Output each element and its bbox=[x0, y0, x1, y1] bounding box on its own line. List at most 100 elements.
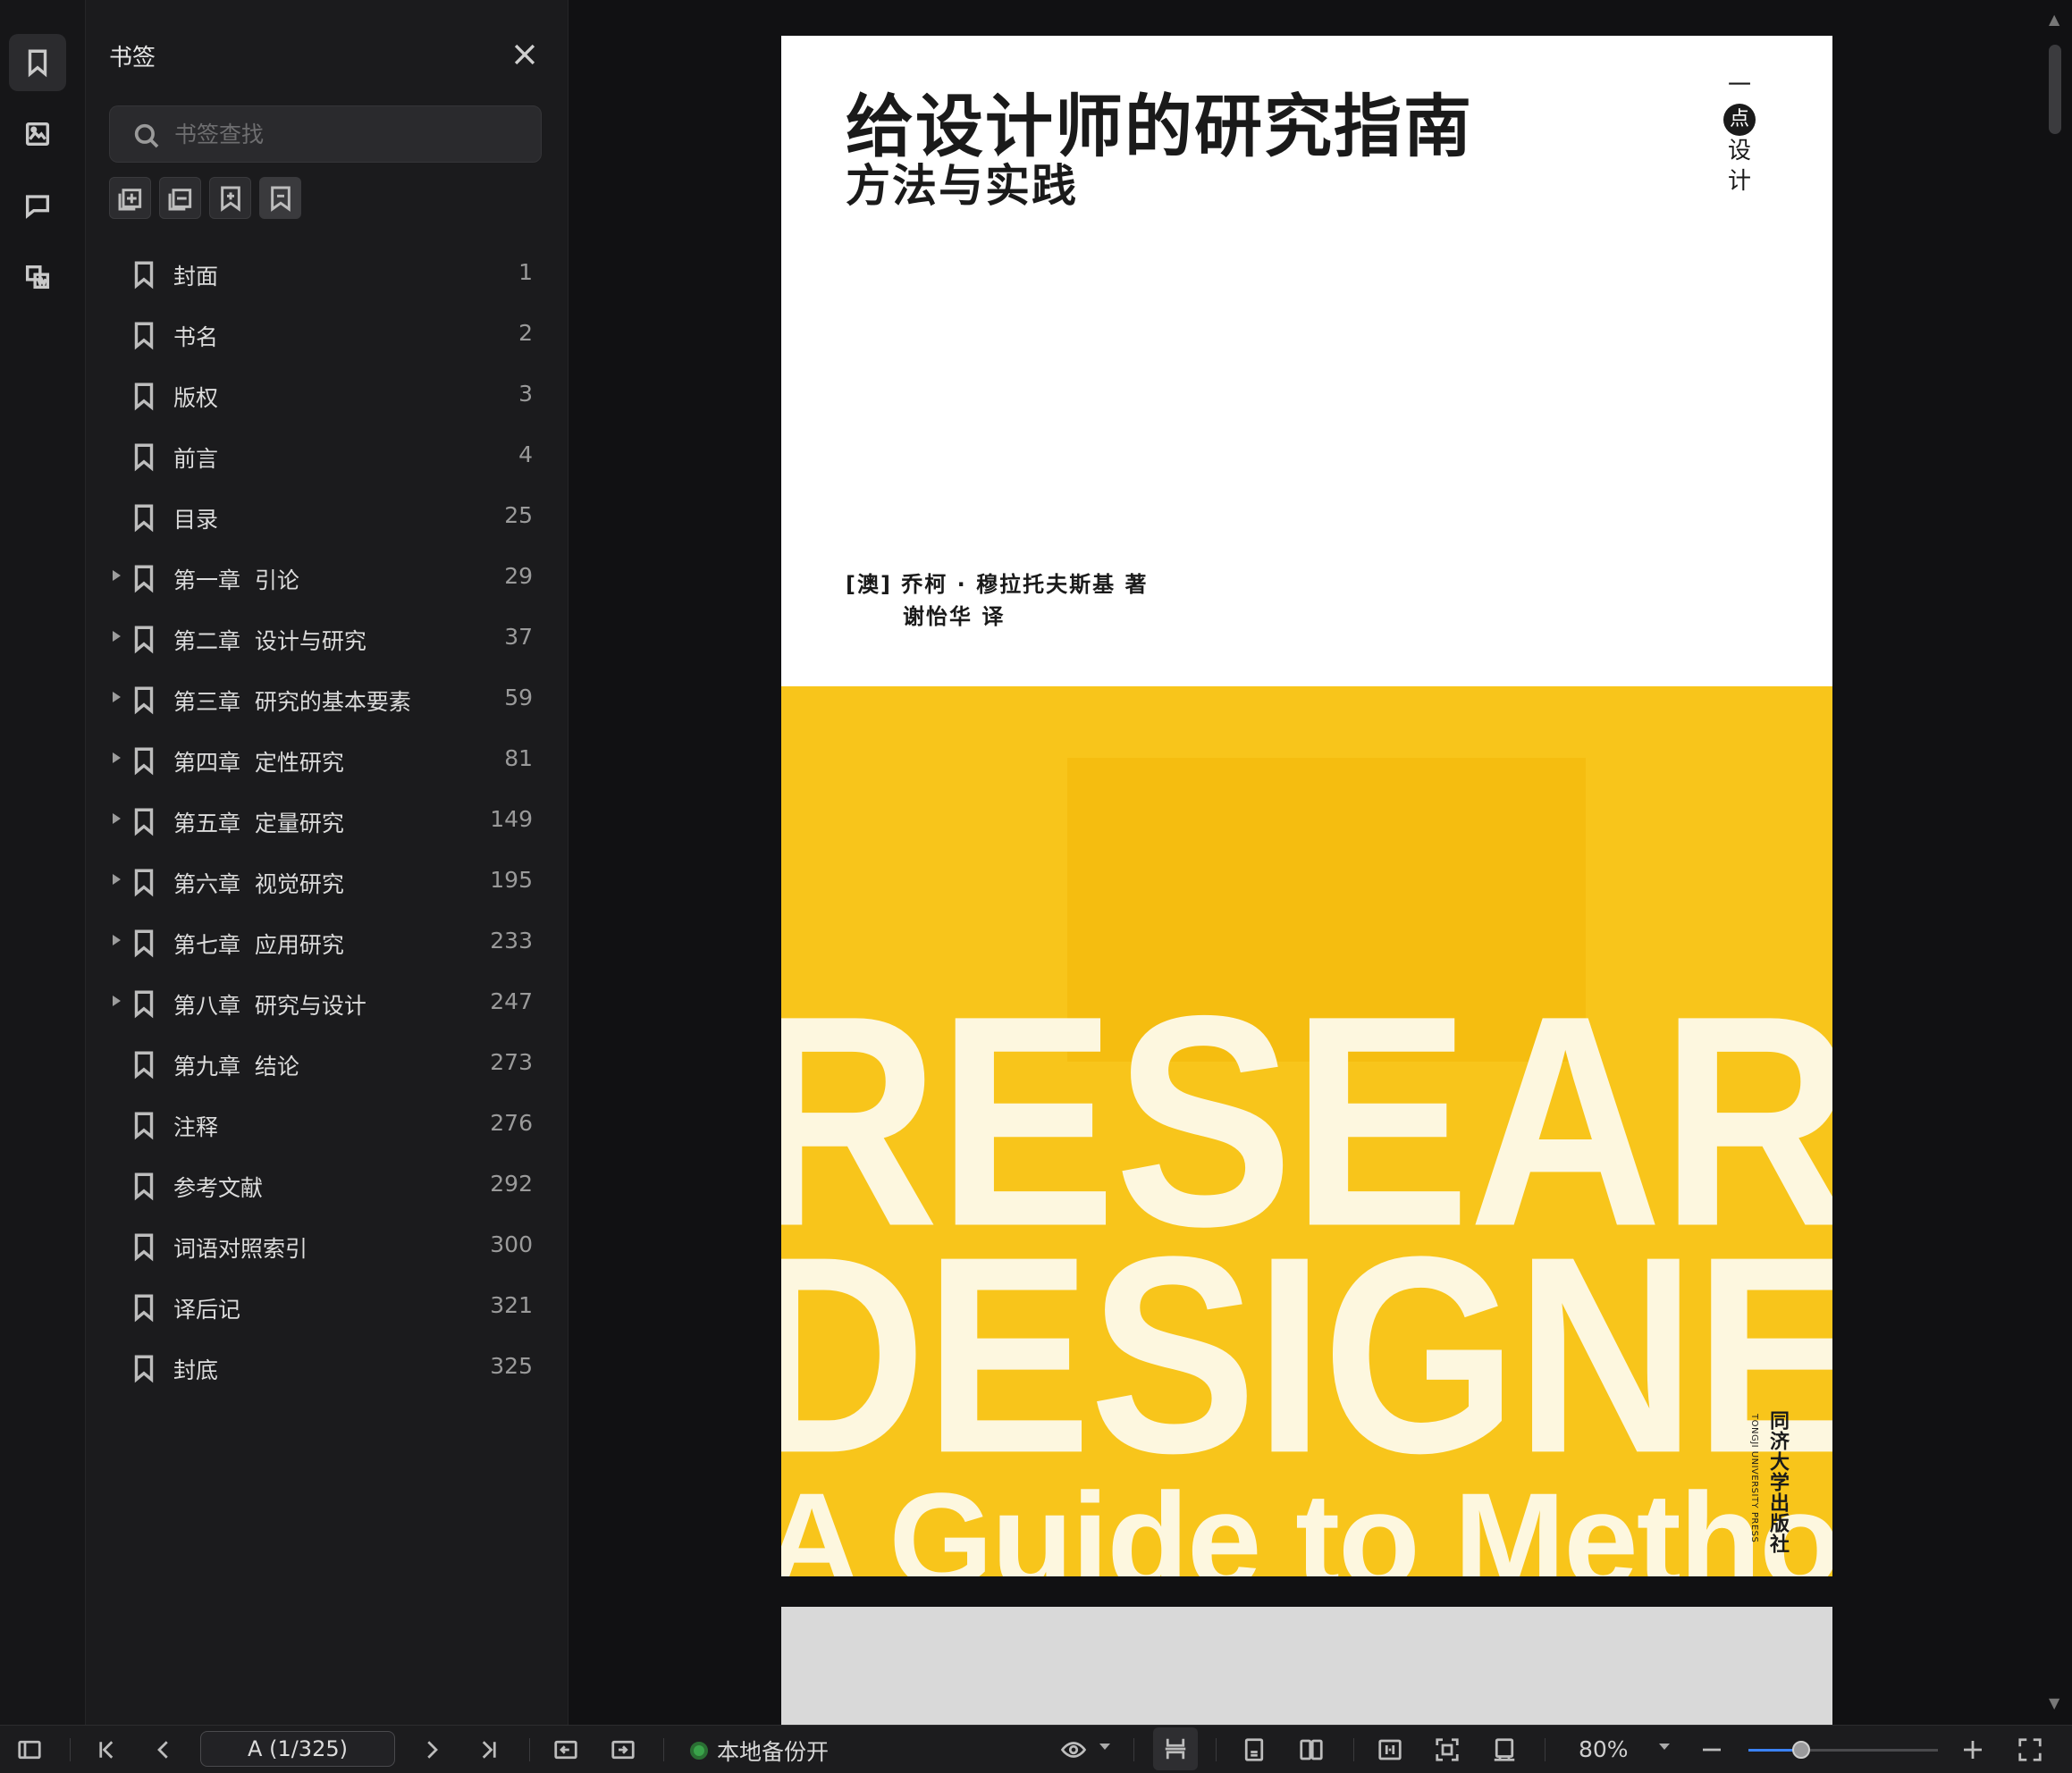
bookmark-page-number: 195 bbox=[490, 867, 533, 893]
next-page-icon[interactable] bbox=[418, 1736, 445, 1763]
scroll-up-arrow[interactable]: ▲ bbox=[2049, 11, 2059, 28]
double-page-icon[interactable] bbox=[1298, 1736, 1325, 1763]
bookmark-item[interactable]: 第五章 定量研究 149 bbox=[86, 790, 569, 851]
bookmark-icon bbox=[129, 1109, 159, 1141]
bookmark-search-input[interactable] bbox=[174, 106, 532, 162]
last-page-icon[interactable] bbox=[476, 1736, 502, 1763]
zoom-out-icon[interactable] bbox=[1698, 1736, 1725, 1763]
bookmark-panel-icon[interactable] bbox=[9, 34, 66, 91]
bookmark-item[interactable]: 第八章 研究与设计 247 bbox=[86, 972, 569, 1033]
bookmark-item[interactable]: 参考文献 292 bbox=[86, 1155, 569, 1215]
bookmark-label: 第七章 应用研究 bbox=[173, 932, 344, 958]
expand-arrow-icon[interactable] bbox=[113, 570, 121, 581]
zoom-slider-knob[interactable] bbox=[1792, 1741, 1811, 1759]
bookmark-icon bbox=[129, 866, 159, 898]
left-rail bbox=[0, 0, 86, 1725]
bookmark-label: 词语对照索引 bbox=[173, 1236, 308, 1262]
expand-arrow-icon[interactable] bbox=[113, 813, 121, 824]
remove-bookmark-button[interactable] bbox=[259, 177, 301, 219]
bookmark-item[interactable]: 第四章 定性研究 81 bbox=[86, 729, 569, 790]
navigate-back-icon[interactable] bbox=[552, 1736, 579, 1763]
bookmark-item[interactable]: 第九章 结论 273 bbox=[86, 1033, 569, 1094]
eye-dropdown-caret[interactable] bbox=[1099, 1744, 1110, 1750]
bookmark-item[interactable]: 译后记 321 bbox=[86, 1276, 569, 1337]
add-bookmark-button[interactable] bbox=[209, 177, 251, 219]
cover-subtitle: 方法与实践 bbox=[846, 160, 1078, 212]
zoom-dropdown-caret[interactable] bbox=[1659, 1744, 1670, 1750]
fit-width-icon[interactable] bbox=[1377, 1736, 1403, 1763]
expand-arrow-icon[interactable] bbox=[113, 935, 121, 945]
bookmark-icon bbox=[129, 258, 159, 290]
bookmark-label: 版权 bbox=[173, 385, 219, 411]
bookmark-page-number: 273 bbox=[490, 1049, 533, 1075]
previous-page-icon[interactable] bbox=[150, 1736, 177, 1763]
local-backup-status[interactable]: 本地备份开 bbox=[690, 1735, 829, 1767]
page-indicator-box[interactable] bbox=[200, 1731, 395, 1767]
bookmark-item[interactable]: 封底 325 bbox=[86, 1337, 569, 1398]
eye-icon[interactable] bbox=[1060, 1736, 1087, 1763]
bookmark-icon bbox=[129, 987, 159, 1020]
ocr-icon[interactable] bbox=[9, 248, 66, 306]
expand-arrow-icon[interactable] bbox=[113, 874, 121, 885]
expand-all-button[interactable] bbox=[109, 177, 151, 219]
fullscreen-icon[interactable] bbox=[2017, 1736, 2043, 1763]
scroll-down-arrow[interactable]: ▼ bbox=[2049, 1694, 2059, 1711]
bookmark-page-number: 276 bbox=[490, 1110, 533, 1136]
expand-all-icon bbox=[118, 188, 141, 210]
bookmark-page-number: 4 bbox=[518, 441, 533, 467]
expand-arrow-icon[interactable] bbox=[113, 996, 121, 1006]
zoom-slider[interactable] bbox=[1748, 1741, 1938, 1759]
collapse-all-button[interactable] bbox=[159, 177, 201, 219]
first-page-icon[interactable] bbox=[93, 1736, 120, 1763]
bookmark-label: 第六章 视觉研究 bbox=[173, 871, 344, 897]
thumbnail-icon[interactable] bbox=[9, 105, 66, 163]
bookmark-item[interactable]: 目录 25 bbox=[86, 486, 569, 547]
navigate-forward-icon[interactable] bbox=[610, 1736, 636, 1763]
search-icon bbox=[134, 123, 159, 148]
bookmark-icon bbox=[129, 927, 159, 959]
bookmark-item[interactable]: 书名 2 bbox=[86, 304, 569, 365]
bookmark-item[interactable]: 第七章 应用研究 233 bbox=[86, 912, 569, 972]
single-page-icon[interactable] bbox=[1241, 1736, 1268, 1763]
bookmark-panel: 书签 封面 1 书名 2 版权 3 前言 4 目录 25 第一章 引论 29 第二章 设计与研究 37 第三… bbox=[86, 0, 569, 1725]
comment-icon[interactable] bbox=[9, 177, 66, 234]
bookmark-item[interactable]: 第六章 视觉研究 195 bbox=[86, 851, 569, 912]
bookmark-item[interactable]: 版权 3 bbox=[86, 365, 569, 425]
bookmark-page-number: 149 bbox=[490, 806, 533, 832]
zoom-level[interactable]: 80% bbox=[1579, 1736, 1629, 1762]
bookmark-item[interactable]: 第二章 设计与研究 37 bbox=[86, 608, 569, 668]
bookmark-label: 译后记 bbox=[173, 1297, 241, 1323]
bookmark-item[interactable]: 词语对照索引 300 bbox=[86, 1215, 569, 1276]
expand-arrow-icon[interactable] bbox=[113, 631, 121, 642]
collapse-all-icon bbox=[168, 188, 191, 210]
expand-arrow-icon[interactable] bbox=[113, 752, 121, 763]
fit-page-icon[interactable] bbox=[1434, 1736, 1461, 1763]
bookmark-icon bbox=[129, 380, 159, 412]
bookmark-item[interactable]: 注释 276 bbox=[86, 1094, 569, 1155]
bookmark-item[interactable]: 封面 1 bbox=[86, 243, 569, 304]
document-page-cover: 给设计师的研究指南 方法与实践 一 点 设计 [澳] 乔柯 · 穆拉托夫斯基 著… bbox=[781, 36, 1832, 1576]
zoom-in-icon[interactable] bbox=[1959, 1736, 1986, 1763]
bookmark-icon bbox=[129, 684, 159, 716]
bookmark-search-box[interactable] bbox=[109, 105, 542, 163]
continuous-scroll-button[interactable] bbox=[1153, 1727, 1198, 1770]
actual-size-icon[interactable] bbox=[1491, 1736, 1518, 1763]
bookmark-label: 第五章 定量研究 bbox=[173, 811, 344, 836]
bookmark-item[interactable]: 前言 4 bbox=[86, 425, 569, 486]
toggle-sidebar-icon[interactable] bbox=[16, 1736, 43, 1763]
bookmark-item[interactable]: 第一章 引论 29 bbox=[86, 547, 569, 608]
bookmark-item[interactable]: 第三章 研究的基本要素 59 bbox=[86, 668, 569, 729]
bookmark-label: 第三章 研究的基本要素 bbox=[173, 689, 411, 715]
bookmark-label: 前言 bbox=[173, 446, 219, 472]
vertical-scrollbar[interactable] bbox=[2049, 45, 2061, 134]
add-bookmark-icon bbox=[220, 186, 240, 212]
bookmark-page-number: 37 bbox=[504, 624, 533, 650]
expand-arrow-icon[interactable] bbox=[113, 692, 121, 702]
page-number-input[interactable] bbox=[201, 1732, 394, 1766]
close-icon[interactable] bbox=[510, 39, 540, 70]
bookmark-icon bbox=[129, 1170, 159, 1202]
bookmark-label: 第二章 设计与研究 bbox=[173, 628, 366, 654]
cover-big-text-3: A Guide to Methods bbox=[781, 1465, 1832, 1576]
cover-yellow-band: RESEARC DESIGNE A Guide to Methods 同济大学出… bbox=[781, 686, 1832, 1576]
bookmark-page-number: 292 bbox=[490, 1171, 533, 1197]
